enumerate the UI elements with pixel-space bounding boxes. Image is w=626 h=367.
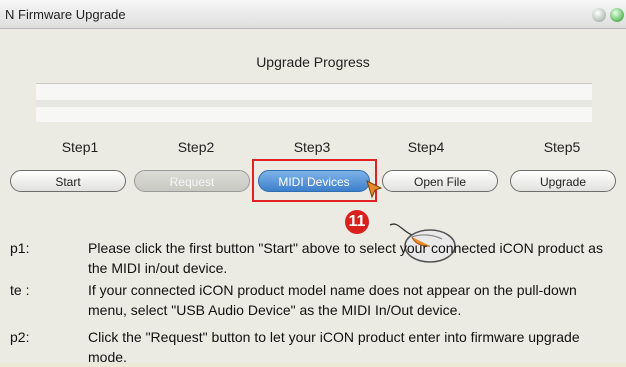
step3-highlight-box <box>252 159 377 202</box>
note-instruction-label: te : <box>10 282 30 298</box>
step2-instruction-text: Click the "Request" button to let your i… <box>88 329 580 365</box>
step2-instruction-label: p2: <box>10 329 30 345</box>
zoom-icon[interactable] <box>610 8 624 22</box>
step-2-label: Step2 <box>177 139 215 155</box>
upgrade-panel: Upgrade Progress Step1 Step2 Step3 Step4… <box>0 29 626 365</box>
upgrade-button[interactable]: Upgrade <box>510 170 616 192</box>
window-title: N Firmware Upgrade <box>5 7 126 22</box>
start-button[interactable]: Start <box>10 170 126 192</box>
title-bar[interactable]: N Firmware Upgrade <box>0 0 626 29</box>
open-file-button[interactable]: Open File <box>382 170 498 192</box>
request-button[interactable]: Request <box>134 170 250 192</box>
step-1-label: Step1 <box>61 139 99 155</box>
note-instruction-text: If your connected iCON product model nam… <box>88 282 577 318</box>
step1-instruction-text: Please click the first button "Start" ab… <box>88 240 603 276</box>
cursor-arrow-icon <box>366 180 383 199</box>
progress-title: Upgrade Progress <box>256 54 370 70</box>
step-4-label: Step4 <box>407 139 445 155</box>
step-3-label: Step3 <box>293 139 331 155</box>
step-number-badge: 11 <box>345 210 369 234</box>
step1-instruction-label: p1: <box>10 240 30 256</box>
step-5-label: Step5 <box>543 139 581 155</box>
minimize-icon[interactable] <box>592 8 606 22</box>
progress-bar <box>36 83 592 122</box>
